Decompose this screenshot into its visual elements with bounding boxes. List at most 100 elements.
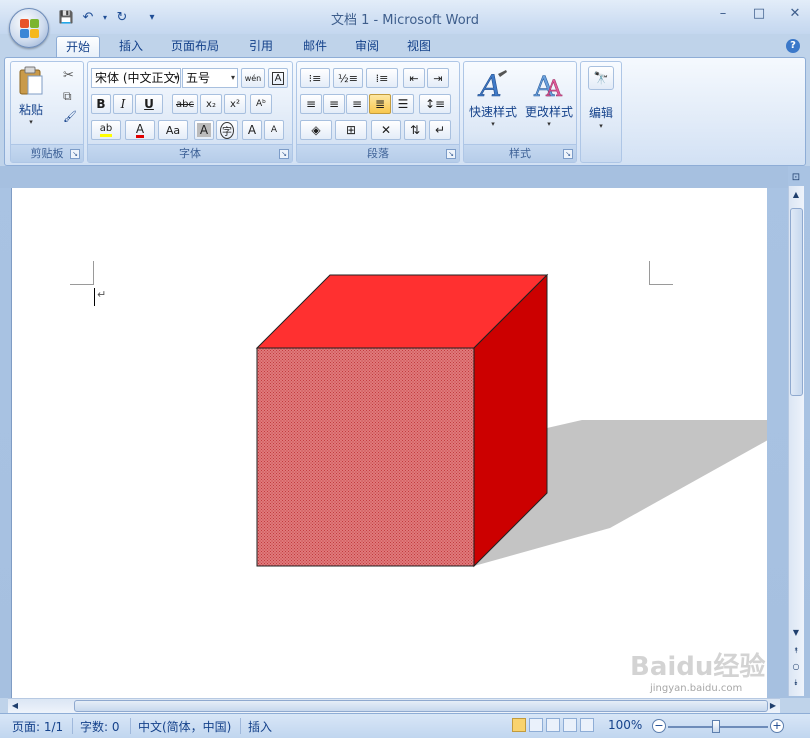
- vertical-scrollbar[interactable]: ▲ ▼ ⯭ ○ ⯯: [788, 186, 804, 696]
- vertical-scroll-thumb[interactable]: [790, 208, 803, 396]
- status-insert-mode[interactable]: 插入: [248, 718, 272, 735]
- highlight-button[interactable]: ab: [91, 120, 121, 140]
- quick-styles-dropdown-icon[interactable]: ▾: [466, 120, 520, 128]
- font-launcher-icon[interactable]: ↘: [279, 149, 289, 159]
- show-marks-button[interactable]: ↵: [429, 120, 451, 140]
- minimize-button[interactable]: –: [716, 6, 730, 21]
- align-left-button[interactable]: ≡: [300, 94, 322, 114]
- font-size-combo[interactable]: 五号 ▾: [182, 68, 238, 88]
- scroll-up-icon[interactable]: ▲: [789, 188, 803, 202]
- clipboard-group: 粘贴 ▾ ✂ ⧉ 🖌 剪贴板 ↘: [10, 61, 84, 163]
- font-name-dropdown-icon[interactable]: ▾: [174, 69, 178, 87]
- increase-indent-icon: ⇥: [433, 71, 443, 85]
- distributed-icon: ☰: [397, 97, 409, 111]
- zoom-slider-knob[interactable]: [712, 720, 720, 733]
- char-shading-button[interactable]: A: [194, 120, 214, 140]
- status-word-count[interactable]: 字数: 0: [80, 718, 120, 735]
- superscript-button[interactable]: x²: [224, 94, 246, 114]
- italic-button[interactable]: I: [113, 94, 133, 114]
- format-painter-icon[interactable]: 🖌: [63, 110, 77, 123]
- tab-page-layout[interactable]: 页面布局: [165, 36, 225, 58]
- horizontal-scrollbar[interactable]: ◀ ▶: [8, 698, 780, 713]
- enclose-chars-button[interactable]: 字: [216, 120, 238, 140]
- cube-drawing[interactable]: [12, 188, 767, 698]
- scroll-left-icon[interactable]: ◀: [8, 699, 22, 713]
- clear-formatting-button[interactable]: Aᵇ: [250, 94, 272, 114]
- draft-view-icon[interactable]: [580, 718, 594, 732]
- change-styles-dropdown-icon[interactable]: ▾: [522, 120, 576, 128]
- previous-page-icon[interactable]: ⯭: [789, 644, 803, 658]
- grow-font-button[interactable]: A: [242, 120, 262, 140]
- increase-indent-button[interactable]: ⇥: [427, 68, 449, 88]
- shading-button[interactable]: ◈: [300, 120, 332, 140]
- borders-button[interactable]: ⊞: [335, 120, 367, 140]
- view-ruler-icon[interactable]: ⊡: [789, 172, 803, 186]
- tab-home[interactable]: 开始: [56, 36, 100, 58]
- change-case-button[interactable]: Aa: [158, 120, 188, 140]
- help-icon[interactable]: ?: [786, 39, 800, 53]
- chinese-layout-button[interactable]: ✕: [371, 120, 401, 140]
- tab-mailings[interactable]: 邮件: [292, 36, 338, 58]
- zoom-level[interactable]: 100%: [608, 718, 642, 732]
- font-size-dropdown-icon[interactable]: ▾: [231, 69, 235, 87]
- char-border-button[interactable]: A: [268, 68, 288, 88]
- web-layout-icon[interactable]: [546, 718, 560, 732]
- tab-view[interactable]: 视图: [396, 36, 442, 58]
- bullets-button[interactable]: ⁝≡: [300, 68, 330, 88]
- tab-review[interactable]: 审阅: [344, 36, 390, 58]
- shrink-font-button[interactable]: A: [264, 120, 284, 140]
- outline-view-icon[interactable]: [563, 718, 577, 732]
- browse-object-icon[interactable]: ○: [789, 660, 803, 674]
- line-spacing-button[interactable]: ↕≡: [419, 94, 451, 114]
- font-color-button[interactable]: A: [125, 120, 155, 140]
- align-center-icon: ≡: [328, 97, 340, 111]
- strikethrough-button[interactable]: abc: [172, 94, 198, 114]
- clipboard-launcher-icon[interactable]: ↘: [70, 149, 80, 159]
- maximize-button[interactable]: □: [752, 6, 766, 21]
- font-group: 宋体 (中文正文) ▾ 五号 ▾ wén A B I U abc x₂ x² Aᵇ …: [87, 61, 293, 163]
- quick-styles-button[interactable]: A 快速样式 ▾: [466, 68, 520, 128]
- multilevel-list-button[interactable]: ⁞≡: [366, 68, 398, 88]
- decrease-indent-button[interactable]: ⇤: [403, 68, 425, 88]
- zoom-out-button[interactable]: −: [652, 719, 666, 733]
- numbering-button[interactable]: ½≡: [333, 68, 363, 88]
- status-language[interactable]: 中文(简体，中国): [138, 718, 231, 735]
- document-page[interactable]: ↵: [11, 188, 767, 698]
- align-right-button[interactable]: ≡: [346, 94, 368, 114]
- next-page-icon[interactable]: ⯯: [789, 676, 803, 690]
- copy-icon[interactable]: ⧉: [63, 89, 72, 104]
- status-page[interactable]: 页面: 1/1: [12, 718, 63, 735]
- justify-button[interactable]: ≣: [369, 94, 391, 114]
- styles-launcher-icon[interactable]: ↘: [563, 149, 573, 159]
- close-button[interactable]: ✕: [788, 6, 802, 21]
- cut-icon[interactable]: ✂: [63, 68, 74, 83]
- editing-dropdown-icon[interactable]: ▾: [581, 122, 621, 130]
- scroll-right-icon[interactable]: ▶: [766, 699, 780, 713]
- underline-button[interactable]: U: [135, 94, 163, 114]
- scroll-down-icon[interactable]: ▼: [789, 626, 803, 640]
- subscript-button[interactable]: x₂: [200, 94, 222, 114]
- distributed-button[interactable]: ☰: [392, 94, 414, 114]
- print-layout-view-icon[interactable]: [512, 718, 526, 732]
- watermark-logo: Baidu经验: [630, 652, 766, 682]
- paste-button[interactable]: 粘贴 ▾: [15, 66, 47, 126]
- justify-icon: ≣: [374, 97, 386, 111]
- align-center-button[interactable]: ≡: [323, 94, 345, 114]
- bold-button[interactable]: B: [91, 94, 111, 114]
- paragraph-launcher-icon[interactable]: ↘: [446, 149, 456, 159]
- tab-references[interactable]: 引用: [238, 36, 284, 58]
- horizontal-scroll-thumb[interactable]: [74, 700, 768, 712]
- change-styles-button[interactable]: A A 更改样式 ▾: [522, 68, 576, 128]
- shading-icon: ◈: [311, 123, 321, 137]
- sort-button[interactable]: ⇅: [404, 120, 426, 140]
- tab-insert[interactable]: 插入: [110, 36, 152, 58]
- office-button[interactable]: [9, 8, 49, 48]
- find-icon: 🔭: [588, 66, 614, 90]
- font-name-combo[interactable]: 宋体 (中文正文) ▾: [91, 68, 181, 88]
- phonetic-guide-button[interactable]: wén: [241, 68, 265, 88]
- zoom-in-button[interactable]: +: [770, 719, 784, 733]
- full-screen-reading-icon[interactable]: [529, 718, 543, 732]
- paste-dropdown-icon[interactable]: ▾: [15, 118, 47, 126]
- editing-group[interactable]: 🔭 编辑 ▾: [580, 61, 622, 163]
- cube-front-face[interactable]: [256, 347, 475, 567]
